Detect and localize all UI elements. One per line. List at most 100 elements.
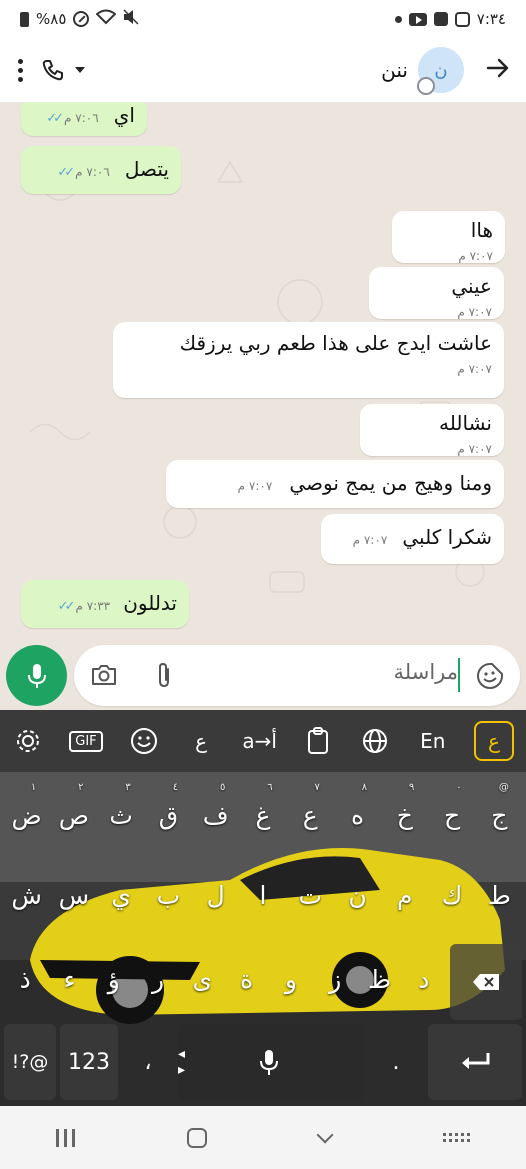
- key[interactable]: ء: [47, 944, 91, 1014]
- key[interactable]: ي: [98, 860, 145, 930]
- read-ticks-icon: ✓✓: [57, 598, 76, 614]
- battery-level: %٨٥: [36, 10, 67, 28]
- mute-icon: [123, 9, 139, 29]
- globe-icon[interactable]: [359, 725, 391, 757]
- key-label: ء: [63, 964, 76, 994]
- avatar[interactable]: ن: [417, 47, 464, 95]
- key[interactable]: ه٨: [334, 780, 381, 850]
- gallery-icon: [433, 12, 448, 26]
- message-text: اي: [113, 103, 135, 127]
- call-button[interactable]: [41, 58, 85, 82]
- key[interactable]: ؤ: [92, 944, 136, 1014]
- key-row-1: ض ١ ص ٢ ث ٣ ق ٤ ف ٥ غ ٦ ع ٧ ه ٨ خ ٩ ح ٠ ج @: [0, 780, 526, 850]
- settings-gear-icon[interactable]: [12, 725, 44, 757]
- key[interactable]: ظ: [357, 944, 401, 1014]
- numbers-key[interactable]: 123: [60, 1024, 118, 1100]
- emoji-sticker-icon[interactable]: [476, 662, 504, 690]
- message-bubble[interactable]: هاا ٧:٠٧ م: [392, 211, 505, 263]
- voice-record-button[interactable]: [6, 645, 67, 706]
- key-label: ع: [302, 800, 318, 830]
- key[interactable]: ج @: [476, 780, 523, 850]
- message-text: تدللون: [123, 591, 177, 615]
- key-hint: ٤: [172, 782, 179, 793]
- key[interactable]: ح٠: [428, 780, 475, 850]
- key[interactable]: م: [381, 860, 428, 930]
- message-bubble[interactable]: اي ٧:٠٦ م ✓✓: [21, 102, 147, 136]
- emoji-icon[interactable]: [128, 725, 160, 757]
- key-label: ض: [11, 800, 42, 830]
- key-label: ت: [298, 880, 322, 910]
- key[interactable]: ط: [476, 860, 523, 930]
- key[interactable]: ى: [180, 944, 224, 1014]
- more-options-icon[interactable]: [18, 58, 23, 82]
- status-bar: %٨٥ ٧:٣٤: [0, 0, 526, 38]
- key[interactable]: ش: [3, 860, 50, 930]
- key[interactable]: و: [269, 944, 313, 1014]
- message-bubble[interactable]: تدللون ٧:٣٣ م ✓✓: [21, 580, 189, 628]
- key[interactable]: ة: [224, 944, 268, 1014]
- key[interactable]: ب: [145, 860, 192, 930]
- backspace-key[interactable]: [450, 944, 522, 1020]
- key[interactable]: ا: [239, 860, 286, 930]
- key[interactable]: ف٥: [192, 780, 239, 850]
- key[interactable]: ك: [428, 860, 475, 930]
- key[interactable]: ص٢: [50, 780, 97, 850]
- recent-apps-icon[interactable]: [56, 1128, 75, 1147]
- transliteration-button[interactable]: a→أ: [242, 725, 277, 757]
- camera-icon[interactable]: [90, 663, 118, 687]
- back-arrow-icon[interactable]: [486, 57, 510, 83]
- key[interactable]: ث٣: [98, 780, 145, 850]
- key[interactable]: د: [402, 944, 446, 1014]
- key[interactable]: خ٩: [381, 780, 428, 850]
- back-chevron-icon[interactable]: [316, 1126, 334, 1143]
- key[interactable]: س: [50, 860, 97, 930]
- voice-input-icon: [260, 1050, 278, 1075]
- language-switch-button[interactable]: En: [417, 725, 449, 757]
- symbols-key[interactable]: !?@: [4, 1024, 56, 1100]
- key[interactable]: ن: [334, 860, 381, 930]
- message-bubble[interactable]: نشالله ٧:٠٧ م: [360, 404, 504, 456]
- key[interactable]: ز: [313, 944, 357, 1014]
- message-bubble[interactable]: شكرا كلبي ٧:٠٧ م: [321, 514, 504, 564]
- home-icon[interactable]: [187, 1127, 207, 1148]
- period-key[interactable]: .: [368, 1024, 424, 1100]
- message-time: ٧:٣٣ م: [75, 599, 111, 613]
- key-label: ج: [491, 800, 508, 830]
- enter-icon: [462, 1053, 490, 1069]
- key[interactable]: ع٧: [287, 780, 334, 850]
- key-label: م: [397, 880, 413, 910]
- status-right: ٧:٣٤: [394, 10, 506, 28]
- enter-key[interactable]: [428, 1024, 522, 1100]
- message-bubble[interactable]: يتصل ٧:٠٦ م ✓✓: [21, 146, 181, 194]
- key-label: و: [284, 964, 297, 994]
- message-input[interactable]: مراسلة: [74, 645, 520, 706]
- message-time: ٧:٠٧ م: [457, 362, 492, 376]
- text-caret: [458, 658, 460, 692]
- attach-icon[interactable]: [154, 661, 174, 689]
- read-ticks-icon: ✓✓: [46, 110, 64, 126]
- chat-header: ننن ن: [0, 38, 526, 102]
- key[interactable]: ت: [287, 860, 334, 930]
- space-key[interactable]: ◂ ▸: [178, 1024, 364, 1100]
- key[interactable]: ل: [192, 860, 239, 930]
- chat-area[interactable]: اي ٧:٠٦ م ✓✓ يتصل ٧:٠٦ م ✓✓ هاا ٧:٠٧ م عين…: [0, 102, 526, 642]
- key-label: ق: [158, 800, 179, 830]
- key[interactable]: ذ: [3, 944, 47, 1014]
- message-text: عيني: [451, 274, 492, 298]
- message-time: ٧:٠٦ م: [64, 111, 99, 125]
- comma-key[interactable]: ،: [122, 1024, 174, 1100]
- key[interactable]: ر: [136, 944, 180, 1014]
- key[interactable]: غ٦: [239, 780, 286, 850]
- message-bubble[interactable]: عاشت ايدج على هذا طعم ربي يرزقك ٧:٠٧ م: [113, 322, 504, 398]
- keyboard-logo[interactable]: ع: [473, 721, 514, 761]
- key[interactable]: ض١: [3, 780, 50, 850]
- arabic-script-button[interactable]: ع: [185, 725, 217, 757]
- clipboard-icon[interactable]: [302, 725, 334, 757]
- message-bubble[interactable]: ومنا وهيج من يمج نوصي ٧:٠٧ م: [166, 460, 504, 508]
- key[interactable]: ق٤: [145, 780, 192, 850]
- keyboard-hide-icon[interactable]: [443, 1133, 470, 1142]
- message-bubble[interactable]: عيني ٧:٠٧ م: [369, 267, 504, 319]
- contact-name[interactable]: ننن: [381, 58, 408, 82]
- gif-button[interactable]: GIF: [69, 725, 103, 757]
- key-hint: ٨: [361, 782, 368, 793]
